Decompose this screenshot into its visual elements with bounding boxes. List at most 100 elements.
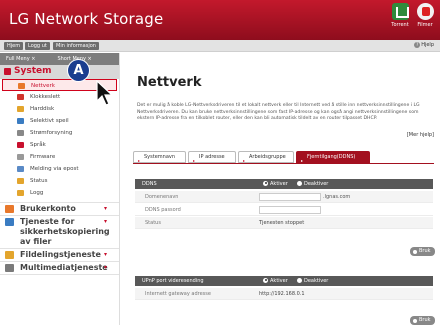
sidebar-category-2[interactable]: Fildelingstjeneste ▾	[0, 249, 119, 261]
sidebar-item-icon	[17, 166, 24, 172]
system-icon	[4, 68, 11, 75]
chevron-down-icon[interactable]: ▾	[104, 250, 107, 260]
sidebar-item-label: Selektivt speil	[30, 118, 69, 124]
radio-label: Aktiver	[270, 181, 288, 187]
ddns-domain-row: Domenenavn .lgnas.com	[135, 191, 433, 203]
sidebar-category-3[interactable]: Multimediatjeneste ▾	[0, 262, 119, 274]
sidebar-item-icon	[18, 83, 25, 89]
ddns-password-row: DDNS passord	[135, 204, 433, 216]
tab-workgroup[interactable]: ▸ Arbeidsgruppe	[238, 151, 294, 163]
ddns-status-value: Tjenesten stoppet	[259, 220, 305, 226]
logout-button[interactable]: Logg ut	[25, 42, 50, 50]
category-icon	[5, 205, 14, 213]
category-icon	[5, 251, 14, 259]
sidebar-item-label: Melding via epost	[30, 166, 79, 172]
sidebar-category-1[interactable]: Tjeneste for sikkerhetskopiering av file…	[0, 216, 119, 248]
tab-ip-address[interactable]: ▸ IP adresse	[188, 151, 236, 163]
sidebar-item-icon	[17, 94, 24, 100]
radio-label: Deaktiver	[304, 181, 329, 187]
gateway-address-value: http://192.168.0.1	[259, 291, 305, 297]
sidebar-item-label: Nettverk	[31, 83, 55, 89]
sidebar-item-status[interactable]: Status	[0, 175, 119, 187]
sidebar-item-spr-k[interactable]: Språk	[0, 139, 119, 151]
sidebar-item-label: Status	[30, 178, 48, 184]
chevron-down-icon[interactable]: ▾	[104, 263, 107, 273]
sidebar-item-melding-via-epost[interactable]: Melding via epost	[0, 163, 119, 175]
sidebar-item-firmware[interactable]: Firmware	[0, 151, 119, 163]
radio-dot	[297, 277, 302, 283]
filmer-icon	[416, 3, 434, 20]
category-label: Tjeneste for sikkerhetskopiering av file…	[20, 217, 110, 246]
sidebar-item-str-mforsyning[interactable]: Strømforsyning	[0, 127, 119, 139]
category-icon	[5, 218, 14, 226]
ddns-apply-button[interactable]: Bruk	[410, 247, 435, 256]
tab-label: Arbeidsgruppe	[249, 154, 286, 160]
upnp-disable-radio[interactable]: Deaktiver	[297, 276, 328, 286]
sidebar-item-icon	[17, 106, 24, 112]
tab-underline	[133, 163, 434, 164]
upnp-title: UPnP port videresending	[142, 278, 204, 284]
category-icon	[5, 264, 14, 272]
torrent-icon	[391, 3, 409, 20]
category-label: Brukerkonto	[20, 204, 76, 213]
upnp-section-header: UPnP port videresending Aktiver Deaktive…	[135, 276, 433, 286]
nav-bar: Hjem Logg ut Min informasjon ? Hjelp	[0, 40, 440, 52]
sidebar-item-label: Språk	[30, 142, 46, 148]
app-title: LG Network Storage	[9, 10, 164, 28]
upnp-apply-button[interactable]: Bruk	[410, 316, 435, 325]
chevron-down-icon[interactable]: ▾	[104, 204, 107, 214]
tab-label: Systemnavn	[144, 154, 176, 160]
tab-remote-access-ddns[interactable]: ▸ Fjerntilgang(DDNS)	[296, 151, 370, 163]
sidebar-categories: Brukerkonto ▾ Tjeneste for sikkerhetskopie…	[0, 203, 119, 275]
my-info-button[interactable]: Min informasjon	[53, 42, 99, 50]
more-help-link[interactable]: [Mer hjelp]	[407, 132, 434, 138]
system-label: System	[14, 66, 52, 76]
tab-bullet-icon: ▸	[243, 158, 246, 163]
field-label: Status	[145, 220, 161, 226]
ddns-disable-radio[interactable]: Deaktiver	[297, 179, 328, 189]
sidebar-item-icon	[17, 154, 24, 160]
radio-dot	[263, 180, 268, 186]
tab-label: IP adresse	[199, 154, 225, 160]
ddns-enable-radio[interactable]: Aktiver	[263, 179, 288, 189]
domain-suffix: .lgnas.com	[323, 194, 351, 200]
tab-bullet-icon: ▸	[138, 158, 141, 163]
category-label: Fildelingstjeneste	[20, 250, 101, 259]
sidebar-item-label: Klokkeslett	[30, 94, 61, 100]
upnp-enable-radio[interactable]: Aktiver	[263, 276, 288, 286]
top-bar: LG Network Storage Torrent Filmer	[0, 0, 440, 40]
domain-name-input[interactable]	[259, 193, 321, 201]
tab-system-name[interactable]: ▸ Systemnavn	[133, 151, 186, 163]
help-link[interactable]: ? Hjelp	[414, 42, 434, 48]
sidebar-item-icon	[17, 142, 24, 148]
sidebar-item-label: Firmware	[30, 154, 56, 160]
page-description: Det er mulig å koble LG-Nettverksdrivere…	[137, 103, 420, 121]
upnp-gateway-row: Internett gateway adresse http://192.168…	[135, 288, 433, 300]
annotation-badge: A	[68, 60, 89, 81]
filmer-button[interactable]: Filmer	[408, 3, 440, 28]
field-label: Internett gateway adresse	[145, 291, 211, 297]
sidebar-item-label: Harddisk	[30, 106, 55, 112]
sidebar-item-label: Strømforsyning	[30, 130, 73, 136]
sidebar-category-0[interactable]: Brukerkonto ▾	[0, 203, 119, 215]
chevron-down-icon[interactable]: ▾	[104, 217, 107, 227]
help-icon: ?	[414, 42, 421, 48]
field-label: DDNS passord	[145, 207, 181, 213]
radio-label: Deaktiver	[304, 278, 329, 284]
sidebar-menu-switcher: Full Meny × Short Meny ×	[0, 53, 119, 65]
home-button[interactable]: Hjem	[4, 42, 24, 50]
sidebar-item-logg[interactable]: Logg	[0, 187, 119, 199]
radio-label: Aktiver	[270, 278, 288, 284]
tab-bullet-icon: ▸	[193, 158, 196, 163]
ddns-password-input[interactable]	[259, 206, 321, 214]
ddns-title: DDNS	[142, 181, 157, 187]
sidebar-item-icon	[17, 118, 24, 124]
radio-dot	[263, 277, 268, 283]
help-label: Hjelp	[421, 42, 434, 48]
radio-dot	[297, 180, 302, 186]
sidebar-item-label: Logg	[30, 190, 44, 196]
full-menu-tab[interactable]: Full Meny ×	[6, 56, 35, 62]
sidebar-item-selektivt-speil[interactable]: Selektivt speil	[0, 115, 119, 127]
sidebar-category-system[interactable]: System	[0, 65, 119, 79]
category-label: Multimediatjeneste	[20, 263, 108, 272]
